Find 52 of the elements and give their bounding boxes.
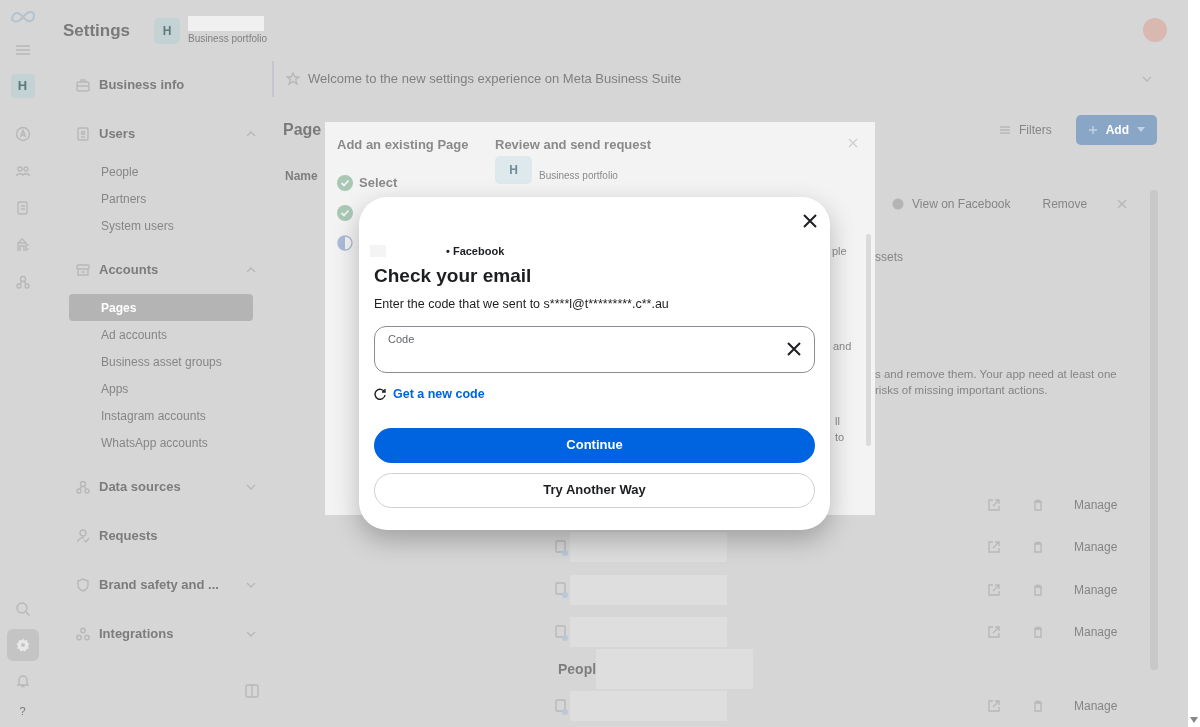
manage-link[interactable]: Manage — [1074, 538, 1118, 556]
sidebar-subitem[interactable]: Apps — [69, 375, 253, 402]
column-header: Name — [285, 167, 318, 185]
page-title: Settings — [63, 20, 131, 43]
remove-link[interactable]: Remove — [1042, 195, 1088, 214]
dialog-title: Check your email — [374, 263, 533, 288]
dialog-heading: Review and send request — [495, 136, 652, 154]
body-text: ll — [835, 414, 840, 429]
sidebar-item[interactable]: Integrations — [45, 609, 272, 658]
add-button[interactable]: Add — [1075, 114, 1157, 145]
try-another-way-button[interactable]: Try Another Way — [374, 472, 815, 508]
portfolio-subtitle: Business portfolio — [539, 168, 618, 183]
sidebar-item[interactable]: Brand safety and ... — [45, 560, 272, 609]
sidebar-subitem[interactable]: Business asset groups — [69, 348, 253, 375]
sidebar-subitem[interactable]: Pages — [69, 294, 253, 321]
notice-text: s and remove them. Your app need at least one — [875, 367, 1117, 383]
body-text: and — [833, 339, 852, 354]
sidebar-item[interactable]: Requests — [45, 511, 272, 560]
help-link[interactable]: ? — [19, 702, 26, 719]
dialog-title: Add an existing Page — [337, 136, 469, 154]
filters-button[interactable]: Filters — [991, 116, 1060, 143]
sidebar-item[interactable]: Users — [45, 109, 272, 158]
continue-button[interactable]: Continue — [374, 427, 815, 463]
manage-link[interactable]: Manage — [1074, 697, 1118, 716]
notice-text: risks of missing important actions. — [875, 383, 1049, 399]
sidebar-subitem[interactable]: System users — [69, 212, 253, 239]
section-heading: Peopl — [558, 659, 597, 679]
sidebar-item[interactable]: Accounts — [45, 245, 272, 294]
manage-link[interactable]: Manage — [1074, 623, 1118, 641]
step-label: Select — [359, 174, 398, 193]
manage-link[interactable]: Manage — [1074, 580, 1118, 599]
business-avatar[interactable]: H — [10, 74, 35, 98]
sidebar-subitem[interactable]: Ad accounts — [69, 321, 253, 348]
source-label: • Facebook — [446, 244, 505, 259]
body-text: to — [835, 430, 845, 445]
portfolio-subtitle: Business portfolio — [188, 32, 267, 46]
section-title: Page — [283, 119, 322, 140]
sidebar-item[interactable]: Data sources — [45, 462, 272, 511]
portfolio-avatar: H — [495, 156, 532, 184]
body-text: ple — [832, 244, 847, 259]
instruction-text: Enter the code that we sent to s****l@t*********.c**.au — [374, 296, 670, 313]
sidebar-item[interactable]: Business info — [45, 60, 272, 109]
sidebar-subitem[interactable]: Partners — [69, 185, 253, 212]
portfolio-avatar[interactable]: H — [154, 18, 181, 44]
get-new-code-link[interactable]: Get a new code — [393, 384, 485, 404]
manage-link[interactable]: Manage — [1074, 495, 1118, 514]
code-field[interactable]: Code — [374, 325, 815, 373]
sidebar-subitem[interactable]: Instagram accounts — [69, 402, 253, 429]
body-text: ssets — [875, 249, 903, 267]
sidebar-subitem[interactable]: WhatsApp accounts — [69, 429, 253, 456]
sidebar-subitem[interactable]: People — [69, 158, 253, 185]
view-on-facebook-link[interactable]: View on Facebook — [892, 195, 1011, 214]
